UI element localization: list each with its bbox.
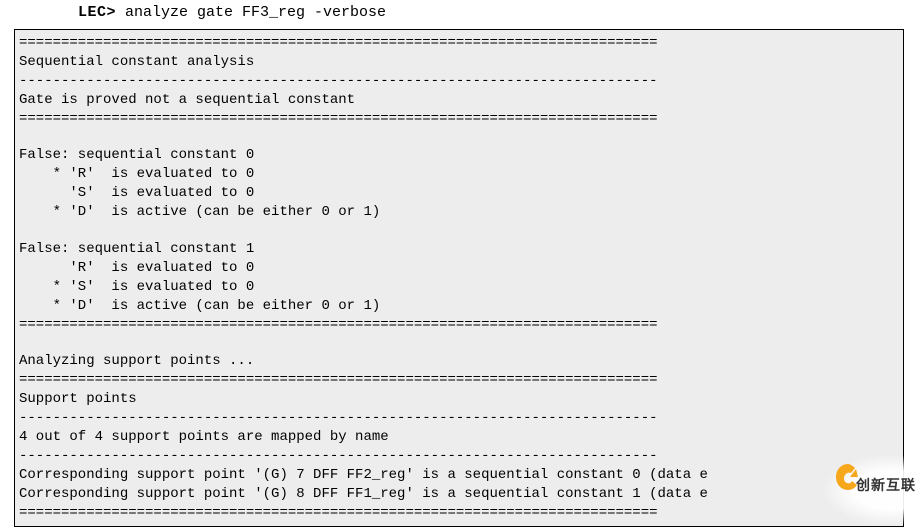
command-prompt-line: LEC> analyze gate FF3_reg -verbose — [78, 4, 918, 21]
section-title-sequential: Sequential constant analysis — [19, 53, 899, 72]
terminal-output-box: ========================================… — [14, 29, 904, 527]
rule-double: ========================================… — [19, 34, 899, 53]
false1-header: False: sequential constant 1 — [19, 240, 899, 259]
prompt-prefix: LEC> — [78, 4, 116, 21]
false1-d: * 'D' is active (can be either 0 or 1) — [19, 297, 899, 316]
false0-s: 'S' is evaluated to 0 — [19, 184, 899, 203]
blank-line — [19, 128, 899, 146]
false1-s: * 'S' is evaluated to 0 — [19, 278, 899, 297]
proved-line: Gate is proved not a sequential constant — [19, 91, 899, 110]
support-points-title: Support points — [19, 390, 899, 409]
false1-r: 'R' is evaluated to 0 — [19, 259, 899, 278]
prompt-command: analyze gate FF3_reg -verbose — [116, 4, 386, 21]
rule-double: ========================================… — [19, 110, 899, 129]
rule-single: ----------------------------------------… — [19, 72, 899, 91]
support-point-2: Corresponding support point '(G) 8 DFF F… — [19, 485, 899, 504]
blank-line — [19, 334, 899, 352]
rule-single: ----------------------------------------… — [19, 409, 899, 428]
rule-double: ========================================… — [19, 316, 899, 335]
rule-double: ========================================… — [19, 504, 899, 523]
false0-d: * 'D' is active (can be either 0 or 1) — [19, 203, 899, 222]
support-point-1: Corresponding support point '(G) 7 DFF F… — [19, 466, 899, 485]
analyzing-line: Analyzing support points ... — [19, 352, 899, 371]
support-points-mapped: 4 out of 4 support points are mapped by … — [19, 428, 899, 447]
false0-r: * 'R' is evaluated to 0 — [19, 165, 899, 184]
rule-single: ----------------------------------------… — [19, 447, 899, 466]
rule-double: ========================================… — [19, 371, 899, 390]
blank-line — [19, 222, 899, 240]
false0-header: False: sequential constant 0 — [19, 146, 899, 165]
